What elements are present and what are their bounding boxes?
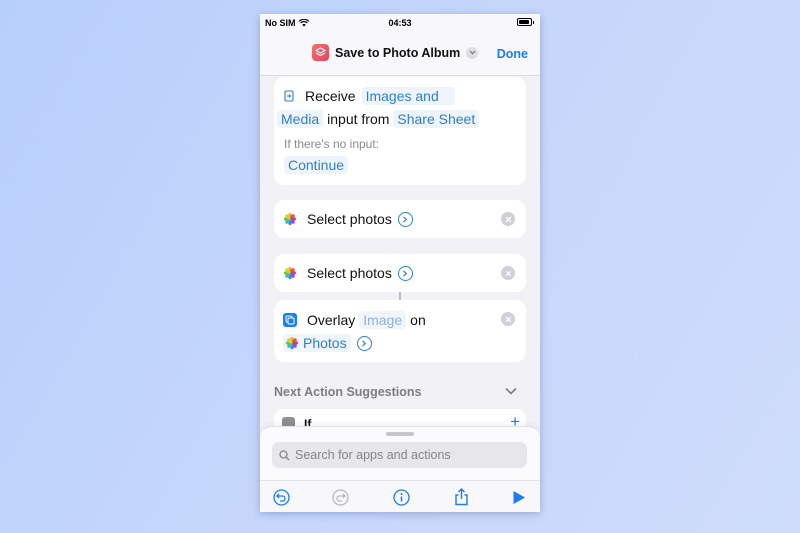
receive-input-icon	[284, 90, 294, 102]
receive-label: Receive	[305, 88, 356, 104]
overlay-image-token[interactable]: Image	[359, 311, 407, 329]
chevron-right-icon[interactable]	[397, 211, 413, 227]
remove-action-icon[interactable]	[501, 312, 515, 326]
search-bar[interactable]	[272, 442, 527, 468]
shortcut-title: Save to Photo Album	[335, 45, 461, 60]
done-button[interactable]: Done	[497, 47, 528, 61]
no-input-label: If there's no input:	[284, 137, 380, 151]
photos-app-icon	[283, 266, 297, 280]
status-bar: No SIM 04:53	[260, 14, 540, 34]
no-input-action-token[interactable]: Continue	[284, 156, 349, 174]
shortcuts-app-icon	[312, 44, 329, 61]
chevron-right-icon[interactable]	[397, 265, 413, 281]
search-icon	[279, 449, 290, 460]
search-input[interactable]	[295, 448, 515, 462]
remove-action-icon[interactable]	[501, 266, 515, 280]
overlay-on-label: on	[410, 312, 426, 328]
input-types-token-cont[interactable]: Media	[277, 110, 324, 128]
sheet-grabber[interactable]	[386, 432, 414, 436]
action-connector	[399, 292, 401, 300]
chevron-down-icon[interactable]	[505, 387, 517, 395]
select-photos-card[interactable]: Select photos	[274, 254, 526, 292]
select-photos-label: Select photos	[307, 265, 392, 281]
select-photos-card[interactable]: Select photos	[274, 200, 526, 238]
photos-app-icon	[285, 336, 299, 350]
play-icon[interactable]	[510, 488, 528, 506]
input-types-token[interactable]: Images and	[361, 87, 455, 105]
share-icon[interactable]	[452, 488, 470, 506]
overlay-target-label: Photos	[303, 335, 347, 351]
redo-icon	[331, 488, 349, 506]
suggestions-heading: Next Action Suggestions	[274, 385, 422, 399]
overlay-image-icon	[283, 313, 297, 327]
select-photos-label: Select photos	[307, 211, 392, 227]
bottom-toolbar	[260, 480, 540, 512]
chevron-right-icon[interactable]	[356, 335, 372, 351]
status-time: 04:53	[388, 18, 412, 28]
shortcut-title-menu[interactable]: Save to Photo Album	[312, 44, 479, 61]
overlay-target-token[interactable]: Photos	[283, 334, 351, 352]
navigation-bar: Save to Photo Album Done	[260, 34, 540, 76]
input-from-label: input from	[327, 111, 390, 127]
info-icon[interactable]	[392, 488, 410, 506]
remove-action-icon[interactable]	[501, 212, 515, 226]
input-source-token[interactable]: Share Sheet	[393, 110, 480, 128]
phone-screen: No SIM 04:53 Save to Photo Album Done Re…	[260, 14, 540, 512]
receive-action-card[interactable]: Receive Images and Media input from Shar…	[274, 77, 526, 185]
photos-app-icon	[283, 212, 297, 226]
chevron-down-icon[interactable]	[466, 46, 479, 59]
overlay-action-card[interactable]: Overlay Image on Photos	[274, 300, 526, 362]
overlay-label: Overlay	[307, 312, 356, 328]
battery-icon	[517, 18, 534, 26]
undo-icon[interactable]	[272, 488, 290, 506]
actions-sheet	[260, 426, 540, 484]
